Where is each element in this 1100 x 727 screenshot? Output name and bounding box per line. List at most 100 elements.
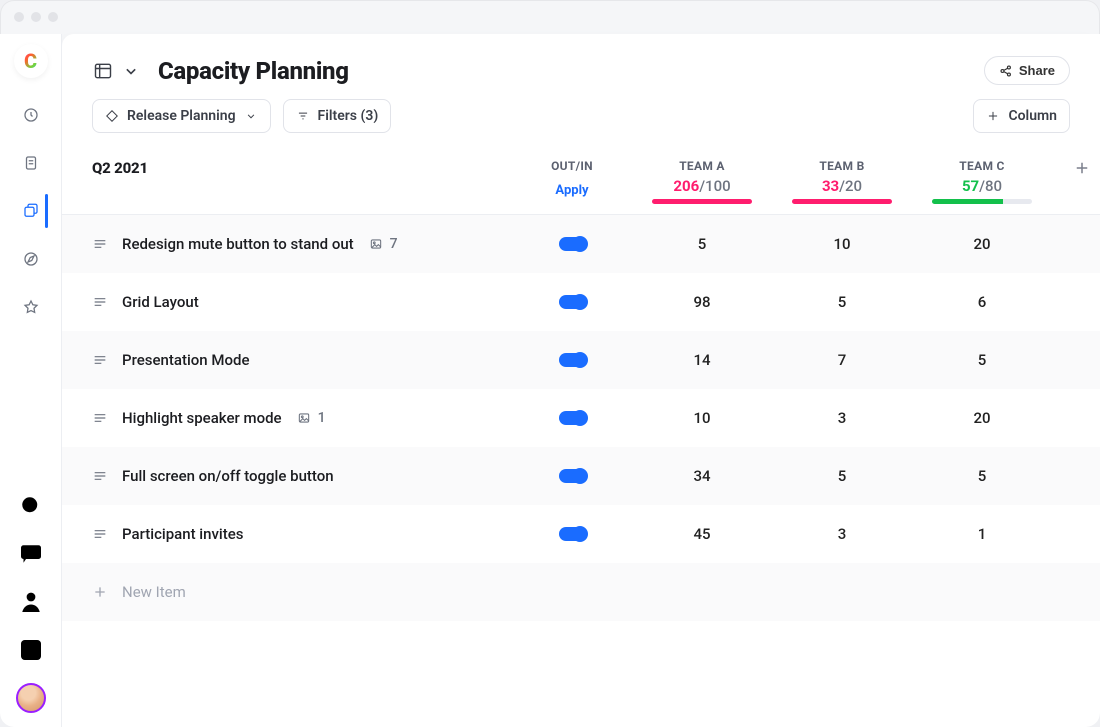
nav-docs[interactable] xyxy=(16,148,46,178)
capacity-used: 57 xyxy=(962,177,979,195)
item-cell: Redesign mute button to stand out 7 xyxy=(92,235,512,253)
effort-cell[interactable]: 6 xyxy=(912,293,1052,311)
chat-icon xyxy=(16,539,46,569)
period-header[interactable]: Q2 2021 xyxy=(92,159,512,177)
outin-cell xyxy=(512,295,632,309)
planning-dropdown[interactable]: Release Planning xyxy=(92,99,271,133)
effort-cell[interactable]: 3 xyxy=(772,409,912,427)
table-body: Redesign mute button to stand out751020G… xyxy=(62,215,1100,727)
share-label: Share xyxy=(1019,63,1055,78)
column-outin: OUT/IN Apply xyxy=(512,159,632,198)
app-window: C xyxy=(0,0,1100,727)
nav-people[interactable] xyxy=(16,587,46,617)
filters-label: Filters (3) xyxy=(318,108,379,124)
capacity-total: /20 xyxy=(839,177,862,195)
capacity-total: /80 xyxy=(979,177,1002,195)
effort-cell[interactable]: 7 xyxy=(772,351,912,369)
search-icon xyxy=(16,491,46,521)
list-view-icon xyxy=(92,61,114,81)
page-header: Capacity Planning Share xyxy=(62,34,1100,99)
outin-cell xyxy=(512,353,632,367)
outin-cell xyxy=(512,411,632,425)
window-dot xyxy=(31,12,41,22)
column-team: TEAM A206/100 xyxy=(632,159,772,204)
item-title: Full screen on/off toggle button xyxy=(122,467,334,485)
item-title: Presentation Mode xyxy=(122,351,249,369)
nav-capacity[interactable] xyxy=(16,196,46,226)
item-title: Redesign mute button to stand out xyxy=(122,235,354,253)
effort-cell[interactable]: 45 xyxy=(632,525,772,543)
item-title: Grid Layout xyxy=(122,293,199,311)
table-row[interactable]: Highlight speaker mode 1 10320 xyxy=(62,389,1100,447)
effort-cell[interactable]: 3 xyxy=(772,525,912,543)
text-lines-icon xyxy=(92,412,108,424)
chevron-down-icon xyxy=(244,109,258,123)
nav-goals[interactable] xyxy=(16,244,46,274)
plus-icon xyxy=(92,584,108,600)
outin-cell xyxy=(512,527,632,541)
outin-toggle[interactable] xyxy=(559,411,585,425)
user-avatar[interactable] xyxy=(16,683,46,713)
effort-cell[interactable]: 34 xyxy=(632,467,772,485)
nav-search[interactable] xyxy=(16,491,46,521)
item-title: Highlight speaker mode xyxy=(122,409,282,427)
diamond-icon xyxy=(105,109,119,123)
outin-toggle[interactable] xyxy=(559,353,585,367)
outin-toggle[interactable] xyxy=(559,469,585,483)
filter-icon xyxy=(296,109,310,123)
share-button[interactable]: Share xyxy=(984,56,1070,85)
window-titlebar xyxy=(0,0,1100,34)
effort-cell[interactable]: 10 xyxy=(772,235,912,253)
chevron-down-icon xyxy=(120,61,142,81)
item-title: Participant invites xyxy=(122,525,244,543)
effort-cell[interactable]: 20 xyxy=(912,409,1052,427)
effort-cell[interactable]: 5 xyxy=(632,235,772,253)
table-row[interactable]: Grid Layout 9856 xyxy=(62,273,1100,331)
effort-cell[interactable]: 1 xyxy=(912,525,1052,543)
outin-toggle[interactable] xyxy=(559,295,585,309)
effort-cell[interactable]: 20 xyxy=(912,235,1052,253)
add-column-button[interactable]: Column xyxy=(973,99,1070,133)
outin-toggle[interactable] xyxy=(559,527,585,541)
plus-icon xyxy=(1073,159,1091,177)
table-header: Q2 2021 OUT/IN Apply TEAM A206/100TEAM B… xyxy=(62,149,1100,215)
new-item-row[interactable]: New Item xyxy=(62,563,1100,621)
new-item-placeholder: New Item xyxy=(122,583,186,601)
view-switcher[interactable] xyxy=(92,61,142,81)
team-name: TEAM A xyxy=(679,159,725,173)
attachment-count: 1 xyxy=(318,410,326,426)
effort-cell[interactable]: 5 xyxy=(912,467,1052,485)
person-icon xyxy=(16,587,46,617)
main-panel: Capacity Planning Share Release Planning xyxy=(62,34,1100,727)
capacity-used: 33 xyxy=(822,177,839,195)
text-lines-icon xyxy=(92,528,108,540)
nav-refresh[interactable] xyxy=(16,100,46,130)
page-title: Capacity Planning xyxy=(158,57,349,85)
table-row[interactable]: Participant invites 4531 xyxy=(62,505,1100,563)
effort-cell[interactable]: 14 xyxy=(632,351,772,369)
apply-button[interactable]: Apply xyxy=(555,183,588,198)
table-row[interactable]: Redesign mute button to stand out 7 51020 xyxy=(62,215,1100,273)
effort-cell[interactable]: 5 xyxy=(772,293,912,311)
image-icon xyxy=(296,411,312,425)
add-column-icon[interactable] xyxy=(1052,159,1100,177)
text-lines-icon xyxy=(92,470,108,482)
help-icon xyxy=(16,635,46,665)
attachment-indicator[interactable]: 7 xyxy=(368,236,398,252)
effort-cell[interactable]: 98 xyxy=(632,293,772,311)
text-lines-icon xyxy=(92,296,108,308)
effort-cell[interactable]: 5 xyxy=(912,351,1052,369)
outin-toggle[interactable] xyxy=(559,237,585,251)
nav-chat[interactable] xyxy=(16,539,46,569)
attachment-indicator[interactable]: 1 xyxy=(296,410,326,426)
app-logo[interactable]: C xyxy=(14,44,48,78)
compass-icon xyxy=(22,250,40,268)
nav-favorites[interactable] xyxy=(16,292,46,322)
table-row[interactable]: Full screen on/off toggle button3455 xyxy=(62,447,1100,505)
filters-button[interactable]: Filters (3) xyxy=(283,99,392,133)
effort-cell[interactable]: 10 xyxy=(632,409,772,427)
table-row[interactable]: Presentation Mode 1475 xyxy=(62,331,1100,389)
effort-cell[interactable]: 5 xyxy=(772,467,912,485)
nav-help[interactable] xyxy=(16,635,46,665)
outin-cell xyxy=(512,469,632,483)
